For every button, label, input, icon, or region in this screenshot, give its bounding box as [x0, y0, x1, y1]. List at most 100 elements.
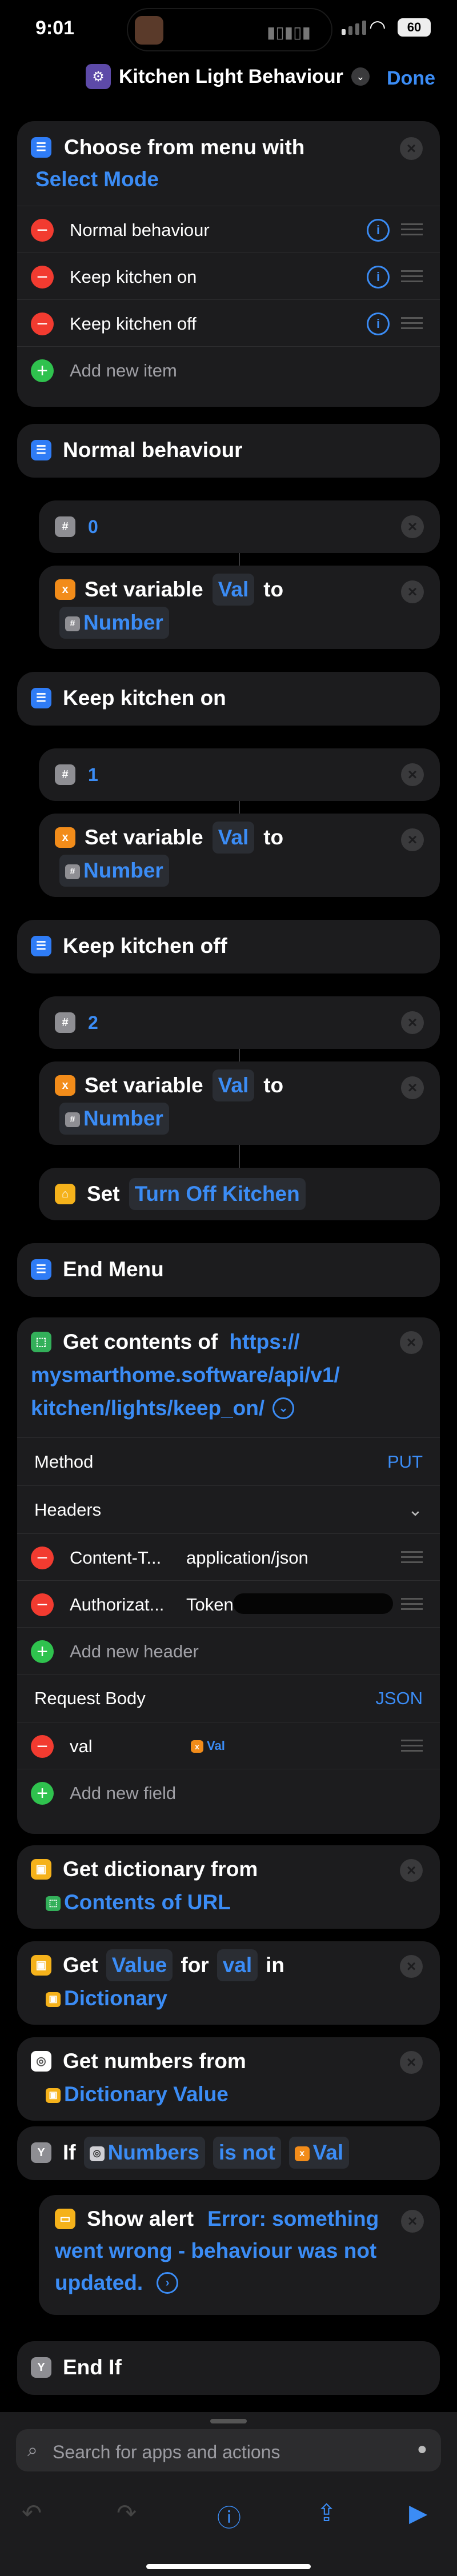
header-value[interactable]: application/json: [186, 1548, 308, 1568]
request-body-row[interactable]: Request Body JSON: [17, 1674, 440, 1722]
input-token[interactable]: ⬚ Contents of URL: [40, 1886, 236, 1918]
remove-action-icon[interactable]: ×: [400, 1859, 423, 1882]
set-home-action[interactable]: ⌂ Set Turn Off Kitchen: [39, 1168, 440, 1220]
run-play-icon[interactable]: ▶: [409, 2499, 427, 2527]
add-header-row[interactable]: + Add new header: [17, 1627, 440, 1674]
alert-message-line2[interactable]: went wrong - behaviour was not: [55, 2235, 376, 2267]
remove-action-icon[interactable]: ×: [401, 1011, 424, 1034]
action-search-bar[interactable]: ⌕ Search for apps and actions ●: [16, 2429, 441, 2471]
remove-action-icon[interactable]: ×: [401, 828, 424, 851]
if-action[interactable]: Y If ◎ Numbers is not x Val: [17, 2126, 440, 2180]
add-icon[interactable]: +: [31, 359, 54, 382]
input-token[interactable]: # Number: [59, 855, 169, 887]
chevron-down-icon[interactable]: ⌄: [408, 1500, 423, 1520]
menu-item-label[interactable]: Keep kitchen on: [70, 267, 197, 287]
menu-item-row[interactable]: − Keep kitchen on i: [17, 253, 440, 299]
end-menu-action[interactable]: ☰ End Menu: [17, 1243, 440, 1297]
add-item-label[interactable]: Add new item: [70, 360, 177, 381]
number-value[interactable]: 2: [88, 1007, 98, 1039]
menu-item-label[interactable]: Normal behaviour: [70, 220, 210, 241]
set-variable-action[interactable]: x Set variable Val to # Number ×: [39, 566, 440, 649]
menu-item-label[interactable]: Keep kitchen off: [70, 314, 197, 334]
share-icon[interactable]: ⇪: [316, 2499, 336, 2527]
number-value[interactable]: 1: [88, 759, 98, 791]
number-action[interactable]: #1 ×: [39, 748, 440, 801]
delete-field-icon[interactable]: −: [31, 1735, 54, 1758]
set-variable-action[interactable]: x Set variable Val to # Number ×: [39, 814, 440, 897]
info-icon[interactable]: i: [367, 313, 390, 335]
number-value[interactable]: 0: [88, 511, 98, 543]
delete-item-icon[interactable]: −: [31, 219, 54, 242]
input-token[interactable]: ▣ Dictionary Value: [40, 2078, 234, 2110]
get-dictionary-value-action[interactable]: ▣ Get Value for val in ▣ Dictionary ×: [17, 1941, 440, 2025]
end-if-action[interactable]: Y End If: [17, 2341, 440, 2395]
menu-item-row[interactable]: − Normal behaviour i: [17, 206, 440, 253]
delete-header-icon[interactable]: −: [31, 1593, 54, 1616]
add-item-row[interactable]: + Add new item: [17, 346, 440, 393]
microphone-icon[interactable]: ●: [417, 2439, 427, 2459]
info-icon[interactable]: ⓘ: [217, 2499, 241, 2534]
remove-action-icon[interactable]: ×: [401, 515, 424, 538]
variable-name-token[interactable]: Val: [212, 822, 255, 854]
field-value-token[interactable]: x Val: [191, 1738, 225, 1753]
url-token-line1[interactable]: https://: [223, 1325, 305, 1359]
add-field-row[interactable]: + Add new field: [17, 1769, 440, 1816]
body-field-row[interactable]: − val x Val: [17, 1722, 440, 1769]
header-key[interactable]: Content-T...: [70, 1548, 161, 1568]
info-icon[interactable]: i: [367, 266, 390, 289]
remove-action-icon[interactable]: ×: [400, 1955, 423, 1978]
remove-action-icon[interactable]: ×: [400, 137, 423, 160]
key-token[interactable]: val: [217, 1949, 258, 1981]
header-value[interactable]: Token: [186, 1595, 234, 1615]
value-token[interactable]: Value: [106, 1949, 173, 1981]
chevron-down-icon[interactable]: ⌄: [272, 1397, 295, 1419]
method-value[interactable]: PUT: [387, 1452, 423, 1472]
remove-action-icon[interactable]: ×: [401, 1076, 424, 1099]
input-token[interactable]: ▣ Dictionary: [40, 1982, 173, 2014]
menu-prompt-token[interactable]: Select Mode: [22, 163, 165, 195]
get-dictionary-action[interactable]: ▣ Get dictionary from ⬚ Contents of URL ×: [17, 1845, 440, 1929]
done-button[interactable]: Done: [387, 67, 435, 90]
variable-name-token[interactable]: Val: [212, 1069, 255, 1101]
remove-action-icon[interactable]: ×: [400, 2051, 423, 2074]
url-token-line3[interactable]: kitchen/lights/keep_on/: [31, 1392, 264, 1425]
delete-item-icon[interactable]: −: [31, 266, 54, 289]
show-alert-action[interactable]: ▭ Show alert Error: something went wrong -…: [39, 2195, 440, 2315]
delete-header-icon[interactable]: −: [31, 1547, 54, 1569]
get-contents-of-url-action[interactable]: ⬚ Get contents of https:// mysmarthome.s…: [17, 1317, 440, 1834]
reorder-handle-icon[interactable]: [401, 270, 423, 286]
header-key[interactable]: Authorizat...: [70, 1595, 164, 1615]
choose-from-menu-action[interactable]: ☰ Choose from menu with Select Mode × − …: [17, 121, 440, 407]
input-token[interactable]: # Number: [59, 1103, 169, 1135]
reorder-handle-icon[interactable]: [401, 317, 423, 332]
alert-message-line3[interactable]: updated.: [55, 2267, 143, 2299]
info-icon[interactable]: i: [367, 219, 390, 242]
if-input-token[interactable]: ◎ Numbers: [83, 2137, 205, 2169]
add-header-label[interactable]: Add new header: [70, 1641, 199, 1662]
reorder-handle-icon[interactable]: [401, 223, 423, 239]
delete-item-icon[interactable]: −: [31, 313, 54, 335]
redo-icon[interactable]: ↷: [117, 2499, 137, 2527]
scene-token[interactable]: Turn Off Kitchen: [129, 1178, 306, 1210]
number-action[interactable]: #2 ×: [39, 996, 440, 1049]
request-body-type[interactable]: JSON: [375, 1688, 423, 1709]
sheet-grabber[interactable]: [210, 2419, 247, 2423]
get-numbers-action[interactable]: ◎ Get numbers from ▣ Dictionary Value ×: [17, 2037, 440, 2121]
reorder-handle-icon[interactable]: [401, 1740, 423, 1755]
headers-row[interactable]: Headers ⌄: [17, 1485, 440, 1533]
menu-case-header[interactable]: ☰ Keep kitchen on: [17, 672, 440, 726]
if-condition-token[interactable]: is not: [213, 2137, 281, 2169]
header-row[interactable]: − Content-T... application/json: [17, 1533, 440, 1580]
reorder-handle-icon[interactable]: [401, 1551, 423, 1567]
remove-action-icon[interactable]: ×: [401, 763, 424, 786]
alert-message-line1[interactable]: Error: something: [202, 2203, 384, 2235]
menu-case-header[interactable]: ☰ Normal behaviour: [17, 424, 440, 478]
add-icon[interactable]: +: [31, 1640, 54, 1663]
set-variable-action[interactable]: x Set variable Val to # Number ×: [39, 1061, 440, 1145]
remove-action-icon[interactable]: ×: [401, 580, 424, 603]
add-icon[interactable]: +: [31, 1782, 54, 1805]
number-action[interactable]: #0 ×: [39, 500, 440, 553]
add-field-label[interactable]: Add new field: [70, 1783, 176, 1804]
remove-action-icon[interactable]: ×: [401, 2210, 424, 2233]
header-row[interactable]: − Authorizat... Token: [17, 1580, 440, 1627]
